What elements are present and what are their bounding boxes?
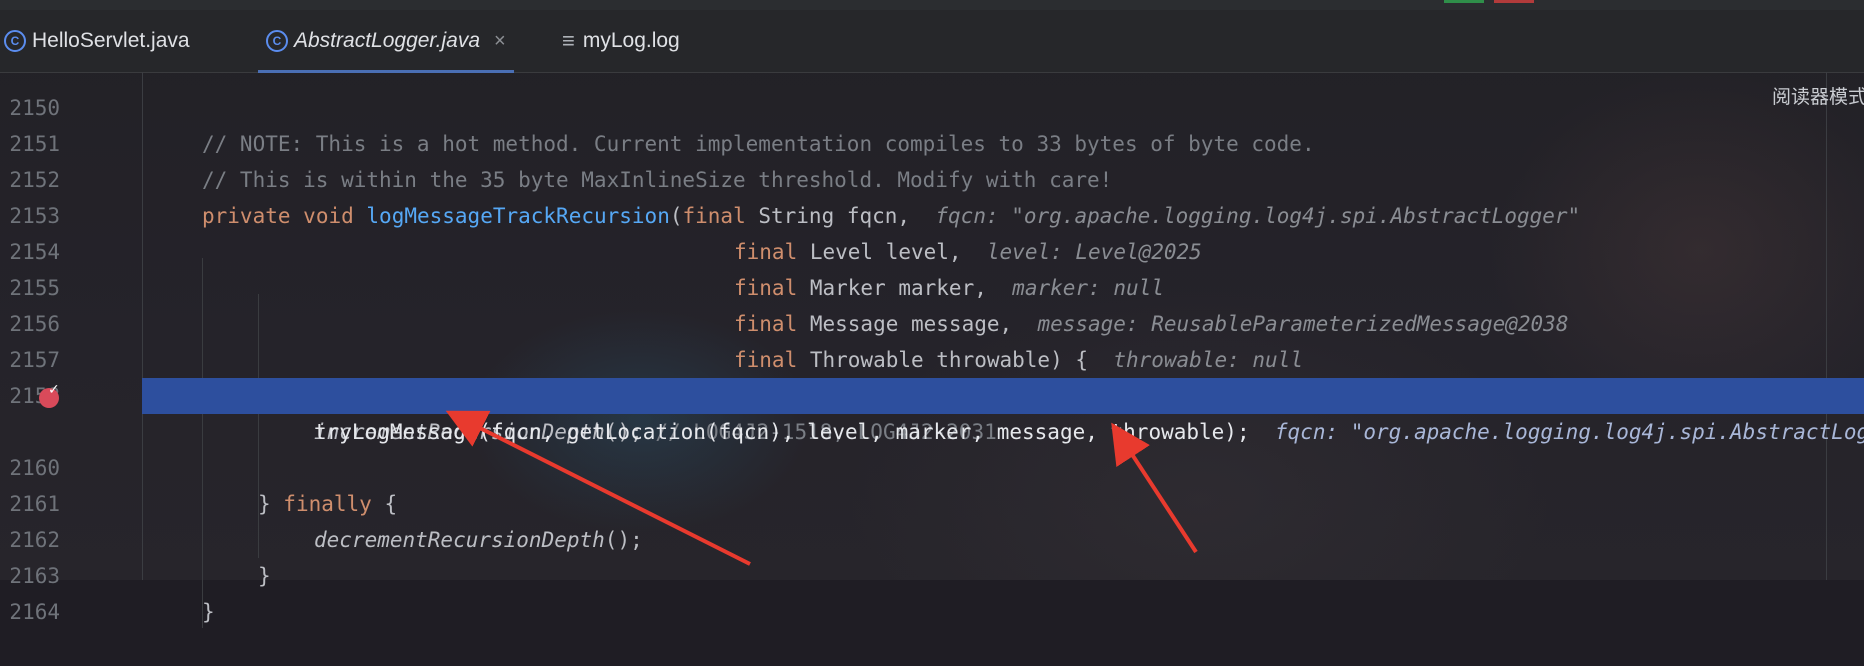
code-line: 2156 final Throwable throwable) { throwa…: [0, 270, 1864, 372]
code-line: 2151 // This is within the 35 byte MaxIn…: [0, 90, 1864, 192]
reader-mode-button[interactable]: 阅读器模式: [1772, 82, 1864, 109]
current-execution-line: tryLogMessage(fqcn, getLocation(fqcn), l…: [142, 378, 1864, 444]
code-line: 2153 final Level level, level: Level@202…: [0, 162, 1864, 264]
code-line: 2154 final Marker marker, marker: null: [0, 198, 1864, 300]
text-file-icon: ≡: [562, 28, 575, 53]
code-line: 2163 }: [0, 522, 1864, 624]
class-icon: C: [4, 30, 26, 52]
code-line: 2162 }: [0, 486, 1864, 588]
code-line: 2155 final Message message, message: Reu…: [0, 234, 1864, 336]
code-line: 2164: [0, 558, 1864, 624]
breakpoint-check-icon: ✓: [48, 382, 60, 398]
code-text: }: [202, 600, 215, 624]
title-bar: [0, 0, 1864, 10]
code-line: 2152 private void logMessageTrackRecursi…: [0, 126, 1864, 228]
code-line: 2150 // NOTE: This is a hot method. Curr…: [0, 54, 1864, 156]
close-icon[interactable]: ×: [494, 30, 506, 53]
code-line: 2157 try {: [0, 306, 1864, 408]
code-line: 2158 incrementRecursionDepth(); // LOG4J…: [0, 342, 1864, 444]
code-line: 2161 decrementRecursionDepth();: [0, 450, 1864, 552]
class-icon: C: [266, 30, 288, 52]
code-editor[interactable]: 2150 // NOTE: This is a hot method. Curr…: [0, 72, 1864, 628]
stop-indicator: [1494, 0, 1534, 3]
line-number: 2164: [9, 600, 60, 624]
run-indicator: [1444, 0, 1484, 3]
code-line: 2160 } finally {: [0, 414, 1864, 516]
